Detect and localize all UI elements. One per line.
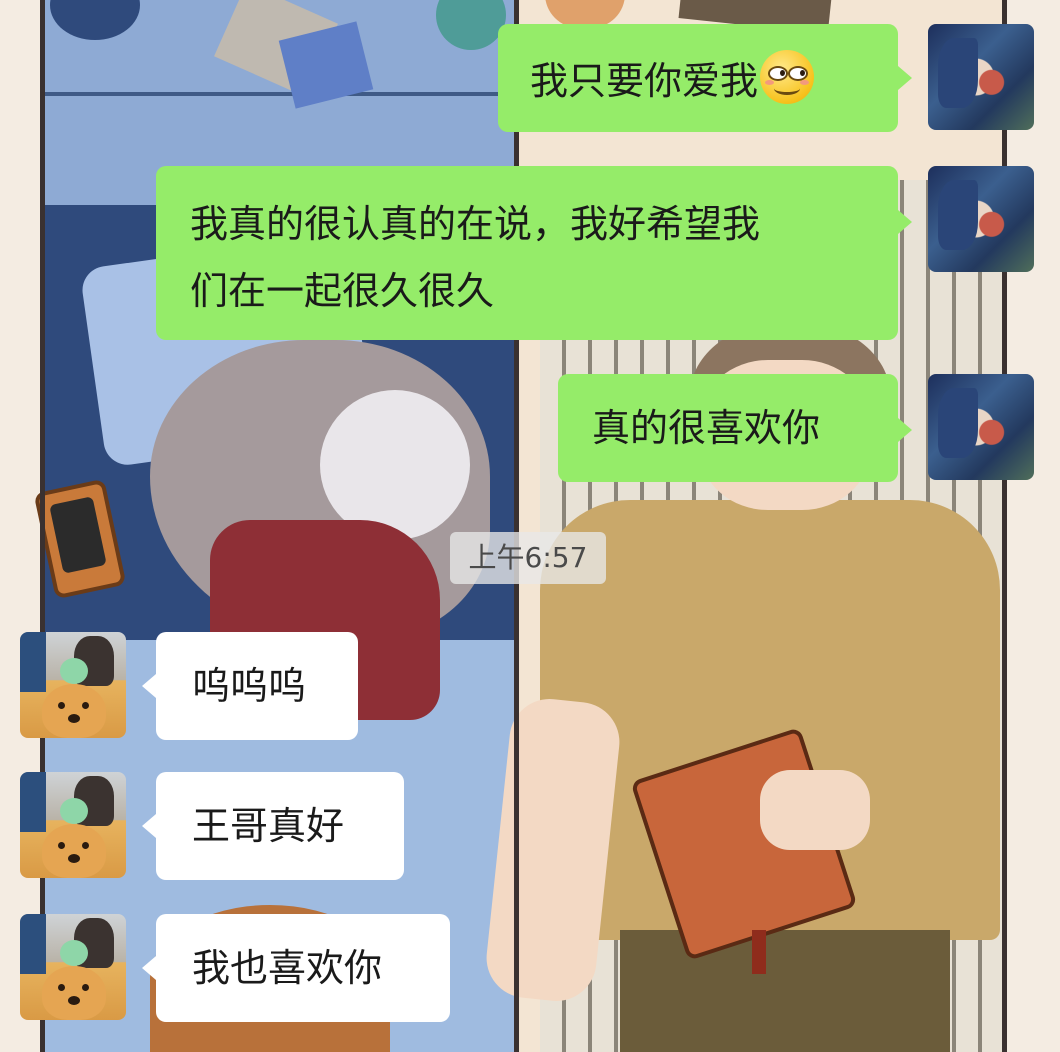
message-text: 我也喜欢你 — [192, 946, 383, 990]
message-bubble-outgoing[interactable]: 真的很喜欢你 — [558, 374, 898, 482]
message-bubble-outgoing[interactable]: 我只要你爱我 — [498, 24, 898, 132]
avatar-self[interactable] — [928, 374, 1034, 480]
bubble-tail — [898, 210, 912, 234]
message-bubble-incoming[interactable]: 王哥真好 — [156, 772, 404, 880]
bubble-tail — [898, 418, 912, 442]
avatar-contact[interactable] — [20, 772, 126, 878]
bubble-tail — [898, 66, 912, 90]
message-text: 王哥真好 — [192, 804, 345, 848]
message-bubble-incoming[interactable]: 我也喜欢你 — [156, 914, 450, 1022]
smirk-eyes-emoji-icon — [760, 50, 815, 104]
message-bubble-incoming[interactable]: 呜呜呜 — [156, 632, 358, 740]
bubble-tail — [142, 956, 156, 980]
message-row-incoming: 我也喜欢你 — [0, 900, 1060, 1030]
avatar-contact[interactable] — [20, 914, 126, 1020]
message-text: 呜呜呜 — [192, 664, 307, 708]
message-row-outgoing: 我只要你爱我 — [0, 0, 1060, 140]
message-row-incoming: 王哥真好 — [0, 760, 1060, 890]
message-timestamp: 上午6:57 — [450, 532, 606, 584]
message-text-line: 我真的很认真的在说，我好希望我 — [190, 202, 761, 246]
avatar-self[interactable] — [928, 166, 1034, 272]
avatar-self[interactable] — [928, 24, 1034, 130]
message-text: 真的很喜欢你 — [592, 406, 821, 450]
message-text-line: 们在一起很久很久 — [190, 269, 495, 313]
message-text: 我只要你爱我 — [530, 59, 759, 103]
message-row-outgoing: 真的很喜欢你 — [0, 360, 1060, 500]
chat-screen: 我只要你爱我 我真的很认真的在说，我好希望我 们在一起很久很久 真的很喜欢你 上… — [0, 0, 1060, 1052]
message-row-outgoing: 我真的很认真的在说，我好希望我 们在一起很久很久 — [0, 150, 1060, 350]
bubble-tail — [142, 674, 156, 698]
message-row-incoming: 呜呜呜 — [0, 620, 1060, 750]
bubble-tail — [142, 814, 156, 838]
avatar-contact[interactable] — [20, 632, 126, 738]
message-bubble-outgoing[interactable]: 我真的很认真的在说，我好希望我 们在一起很久很久 — [156, 166, 898, 340]
